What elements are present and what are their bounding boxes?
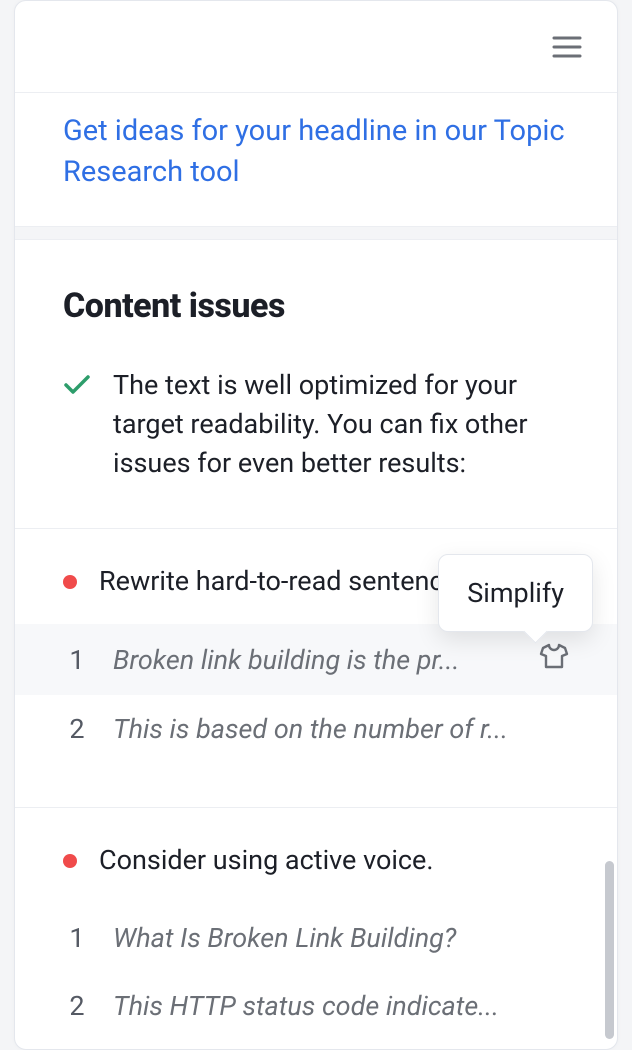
severity-dot-icon xyxy=(63,854,77,868)
issue-items: 1 Broken link building is the pr... 2 Th… xyxy=(15,624,617,763)
issue-item-number: 2 xyxy=(63,990,91,1022)
hamburger-icon xyxy=(552,35,582,59)
issue-group-title: Rewrite hard-to-read sentences. xyxy=(99,563,479,601)
content-issues-heading: Content issues xyxy=(63,286,569,326)
optimized-message-text: The text is well optimized for your targ… xyxy=(113,366,569,483)
issue-item-snippet: What Is Broken Link Building? xyxy=(113,922,569,954)
content-panel: Get ideas for your headline in our Topic… xyxy=(14,0,618,1050)
issue-item[interactable]: 2 This HTTP status code indicate... xyxy=(15,972,617,1040)
issue-group-header[interactable]: Consider using active voice. xyxy=(15,842,617,880)
issue-item-snippet: This HTTP status code indicate... xyxy=(113,990,569,1022)
simplify-tooltip[interactable]: Simplify xyxy=(438,554,593,632)
panel-header xyxy=(15,1,617,93)
content-issues-section: Content issues The text is well optimize… xyxy=(15,240,617,483)
issue-item-number: 1 xyxy=(63,644,91,676)
ideas-link-block: Get ideas for your headline in our Topic… xyxy=(15,93,617,226)
tshirt-icon[interactable] xyxy=(539,642,569,677)
optimized-message-row: The text is well optimized for your targ… xyxy=(63,366,569,483)
section-divider xyxy=(15,226,617,240)
severity-dot-icon xyxy=(63,575,77,589)
checkmark-icon xyxy=(63,366,91,396)
issue-group: Consider using active voice. 1 What Is B… xyxy=(15,807,617,1040)
topic-research-link[interactable]: Get ideas for your headline in our Topic… xyxy=(63,114,565,189)
issue-item-number: 1 xyxy=(63,922,91,954)
issue-item-snippet: This is based on the number of r... xyxy=(113,713,569,745)
issue-items: 1 What Is Broken Link Building? 2 This H… xyxy=(15,904,617,1040)
issue-item[interactable]: 1 What Is Broken Link Building? xyxy=(15,904,617,972)
scrollbar-thumb[interactable] xyxy=(605,861,614,1039)
menu-button[interactable] xyxy=(547,27,587,67)
issue-item-number: 2 xyxy=(63,713,91,745)
issue-item[interactable]: 2 This is based on the number of r... xyxy=(15,695,617,763)
issue-item-snippet: Broken link building is the pr... xyxy=(113,644,517,676)
issue-group-title: Consider using active voice. xyxy=(99,842,433,880)
